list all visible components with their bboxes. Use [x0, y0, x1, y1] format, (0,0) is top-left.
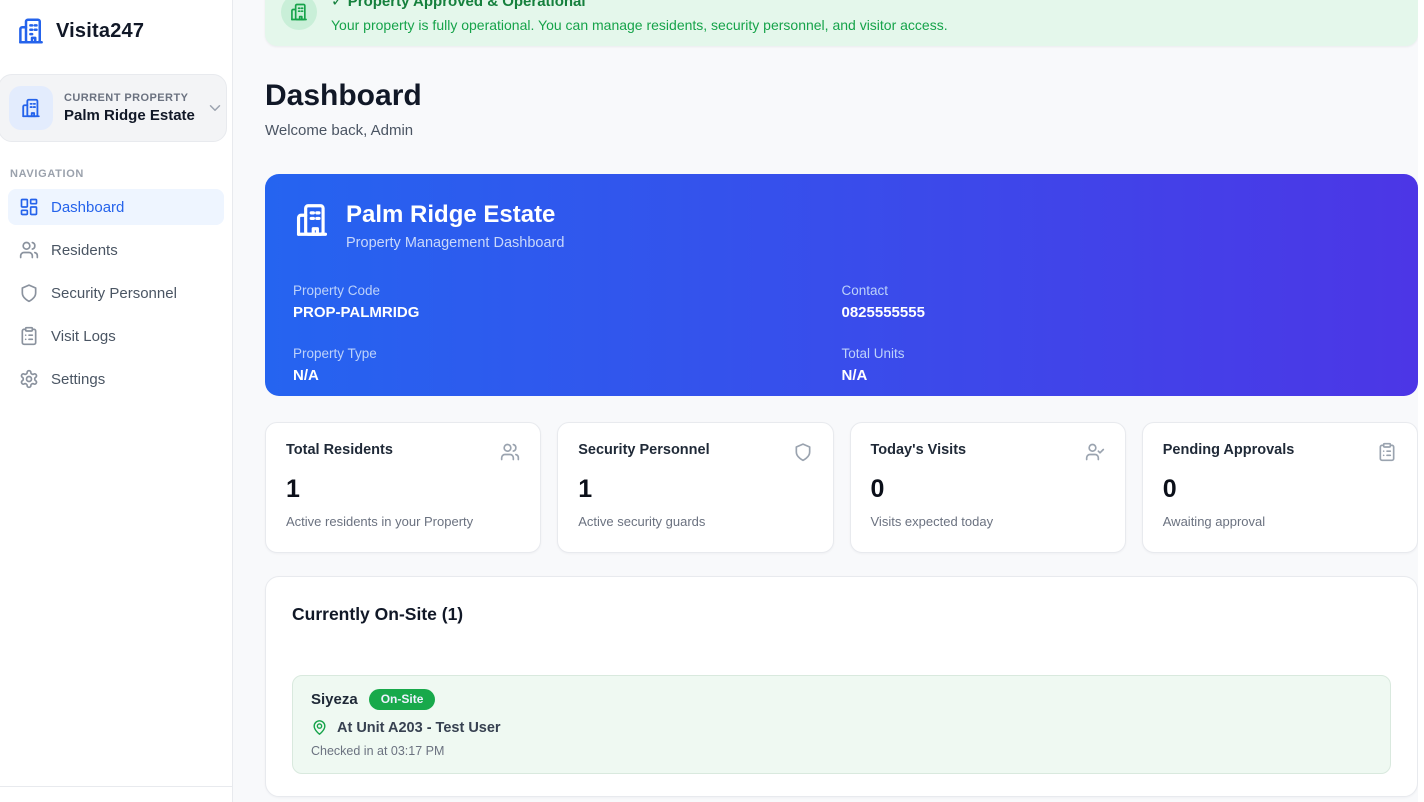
property-field-units: Total Units N/A — [842, 346, 1391, 384]
sidebar-item-residents[interactable]: Residents — [8, 232, 224, 268]
onsite-status-badge: On-Site — [369, 689, 436, 710]
currently-onsite-title: Currently On-Site (1) — [292, 604, 1391, 625]
current-property-name: Palm Ridge Estate — [64, 107, 195, 124]
sidebar-item-security-personnel[interactable]: Security Personnel — [8, 275, 224, 311]
stat-card-total-residents: Total Residents 1 Active residents in yo… — [265, 422, 541, 553]
field-value: N/A — [293, 367, 842, 384]
field-label: Property Code — [293, 283, 842, 298]
navigation-section-label: NAVIGATION — [0, 142, 232, 189]
building-icon — [293, 201, 331, 239]
users-icon — [19, 240, 39, 260]
visitor-checkin-time: Checked in at 03:17 PM — [311, 744, 1372, 758]
welcome-subtitle: Welcome back, Admin — [265, 122, 1418, 139]
clipboard-list-icon — [1377, 442, 1397, 462]
currently-onsite-card: Currently On-Site (1) Siyeza On-Site At … — [265, 576, 1418, 797]
nav-item-label: Settings — [51, 371, 105, 388]
shield-icon — [19, 283, 39, 303]
field-label: Contact — [842, 283, 1391, 298]
nav-item-label: Dashboard — [51, 199, 124, 216]
sidebar-nav: Dashboard Residents Security Personnel — [0, 189, 232, 404]
field-value: PROP-PALMRIDG — [293, 304, 842, 321]
visitor-name: Siyeza — [311, 691, 358, 708]
property-field-type: Property Type N/A — [293, 346, 842, 384]
property-overview-card: Palm Ridge Estate Property Management Da… — [265, 174, 1418, 396]
chevron-down-icon[interactable] — [206, 99, 224, 117]
stat-card-todays-visits: Today's Visits 0 Visits expected today — [850, 422, 1126, 553]
stat-title: Security Personnel — [578, 442, 709, 458]
banner-message: Your property is fully operational. You … — [331, 17, 948, 33]
field-value: N/A — [842, 367, 1391, 384]
clipboard-list-icon — [19, 326, 39, 346]
nav-item-label: Visit Logs — [51, 328, 116, 345]
current-property-label: CURRENT PROPERTY — [64, 92, 195, 104]
users-icon — [500, 442, 520, 462]
building-icon — [9, 86, 53, 130]
sidebar-footer-divider — [0, 786, 232, 802]
stat-title: Today's Visits — [871, 442, 967, 458]
banner-title: ✓ Property Approved & Operational — [331, 0, 948, 12]
gear-icon — [19, 369, 39, 389]
nav-item-label: Residents — [51, 242, 118, 259]
stat-subtitle: Active residents in your Property — [286, 514, 520, 529]
field-label: Total Units — [842, 346, 1391, 361]
approval-banner: ✓ Property Approved & Operational Your p… — [265, 0, 1418, 46]
page-title: Dashboard — [265, 79, 1418, 113]
property-field-contact: Contact 0825555555 — [842, 283, 1391, 321]
app-name: Visita247 — [56, 20, 144, 43]
stat-value: 0 — [871, 475, 1105, 504]
stat-value: 0 — [1163, 475, 1397, 504]
main-content: ✓ Property Approved & Operational Your p… — [233, 0, 1424, 802]
sidebar-item-dashboard[interactable]: Dashboard — [8, 189, 224, 225]
stat-title: Total Residents — [286, 442, 393, 458]
map-pin-icon — [311, 719, 328, 736]
nav-item-label: Security Personnel — [51, 285, 177, 302]
sidebar-item-settings[interactable]: Settings — [8, 361, 224, 397]
sidebar: Visita247 CURRENT PROPERTY Palm Ridge Es… — [0, 0, 233, 802]
stat-title: Pending Approvals — [1163, 442, 1295, 458]
building-logo-icon — [16, 16, 46, 46]
property-field-code: Property Code PROP-PALMRIDG — [293, 283, 842, 321]
stat-subtitle: Active security guards — [578, 514, 812, 529]
current-property-selector[interactable]: CURRENT PROPERTY Palm Ridge Estate — [0, 74, 227, 142]
property-card-subtitle: Property Management Dashboard — [346, 235, 564, 251]
stat-value: 1 — [286, 475, 520, 504]
layout-dashboard-icon — [19, 197, 39, 217]
stat-card-security-personnel: Security Personnel 1 Active security gua… — [557, 422, 833, 553]
scrollbar-track[interactable] — [1418, 0, 1424, 802]
field-value: 0825555555 — [842, 304, 1391, 321]
stat-subtitle: Visits expected today — [871, 514, 1105, 529]
app-logo: Visita247 — [0, 0, 232, 46]
stat-value: 1 — [578, 475, 812, 504]
field-label: Property Type — [293, 346, 842, 361]
property-name: Palm Ridge Estate — [346, 201, 564, 229]
visitor-location: At Unit A203 - Test User — [337, 720, 501, 736]
onsite-visitor-row[interactable]: Siyeza On-Site At Unit A203 - Test User … — [292, 675, 1391, 774]
sidebar-item-visit-logs[interactable]: Visit Logs — [8, 318, 224, 354]
stat-subtitle: Awaiting approval — [1163, 514, 1397, 529]
shield-icon — [793, 442, 813, 462]
building-icon — [281, 0, 317, 30]
user-check-icon — [1085, 442, 1105, 462]
stat-card-pending-approvals: Pending Approvals 0 Awaiting approval — [1142, 422, 1418, 553]
stats-row: Total Residents 1 Active residents in yo… — [265, 422, 1418, 553]
